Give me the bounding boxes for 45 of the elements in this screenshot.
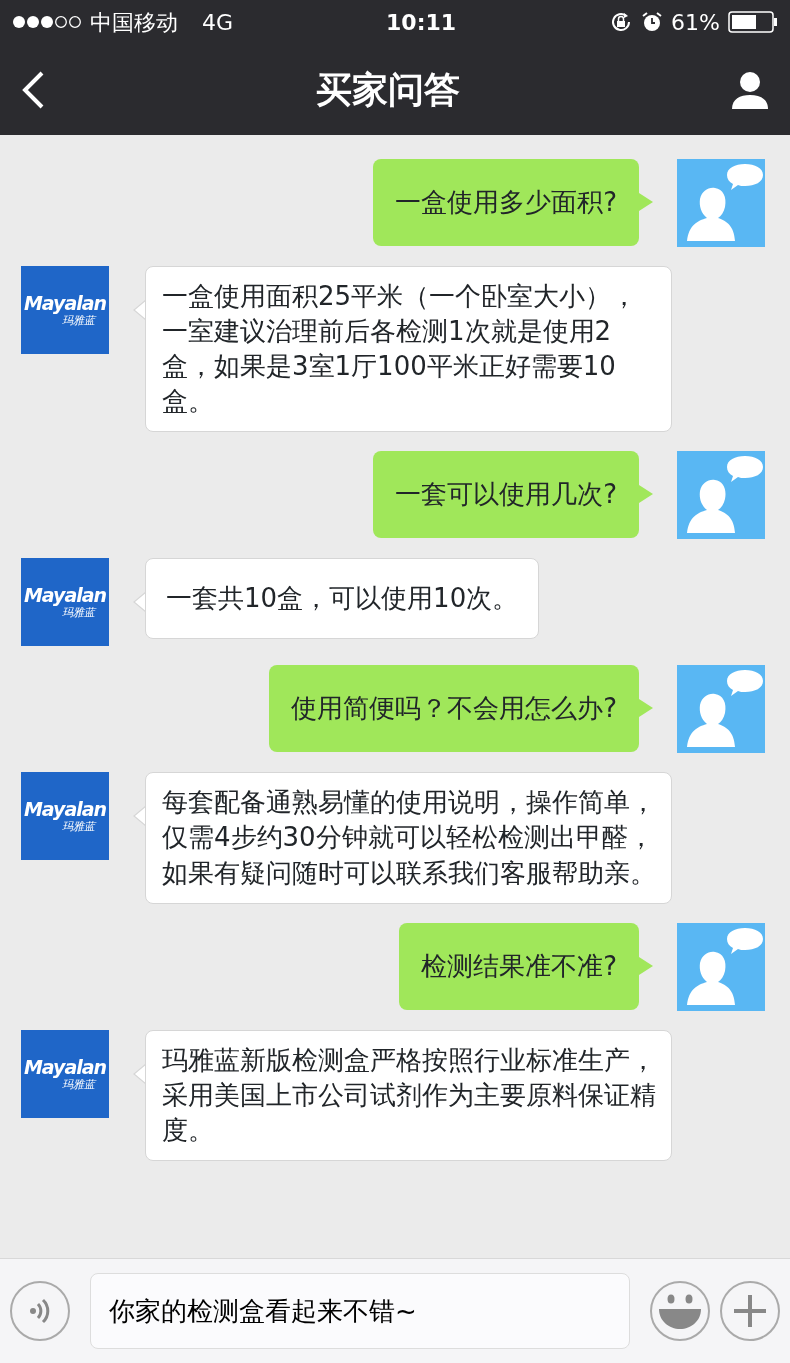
user-avatar-icon [677,922,765,1011]
bubble-tail [133,300,146,320]
logo-subtext: 玛雅蓝 [61,607,95,619]
question-bubble: 检测结果准不准? [399,922,639,1010]
profile-button[interactable] [730,70,770,109]
carrier-name: 中国移动 [90,8,178,37]
answer-bubble: 玛雅蓝新版检测盒严格按照行业标准生产，采用美国上市公司试剂作为主要原料保证精度。 [145,1029,672,1161]
emoji-button[interactable] [650,1281,710,1341]
battery-percent: 61% [671,8,720,37]
question-bubble: 使用简便吗？不会用怎么办? [269,665,639,753]
user-avatar-icon [677,159,765,247]
clock-time: 10:11 [386,8,457,37]
voice-icon [29,1298,51,1324]
network-type: 4G [202,8,234,37]
plus-icon [732,1293,768,1329]
voice-button[interactable] [10,1281,70,1341]
answer-bubble: 每套配备通熟易懂的使用说明，操作简单，仅需4步约30分钟就可以轻松检测出甲醛，如果有疑问随时可以联系我们客服帮助亲。 [145,772,672,904]
person-icon [730,70,770,109]
logo-subtext: 玛雅蓝 [61,1078,95,1090]
bubble-tail [639,956,653,975]
alarm-icon [641,11,664,33]
question-bubble: 一盒使用多少面积? [373,159,639,246]
logo-text: Mayalan [23,800,107,820]
bubble-tail [133,592,146,613]
back-button[interactable] [20,69,46,110]
question-bubble: 一套可以使用几次? [373,451,639,539]
answer-bubble: 一盒使用面积25平米（一个卧室大小），一室建议治理前后各检测1次就是使用2盒，如果是3室1厅100平米正好需要10盒。 [145,266,672,433]
logo-subtext: 玛雅蓝 [61,315,95,326]
bubble-tail [639,193,653,211]
page-title: 买家问答 [316,67,460,112]
back-icon [20,69,46,110]
logo-text: Mayalan [23,586,107,606]
logo-text: Mayalan [23,1057,107,1077]
user-avatar-icon [677,665,765,754]
message-input[interactable]: 你家的检测盒看起来不错~ [90,1273,630,1349]
answer-bubble: 一套共10盒，可以使用10次。 [145,558,540,640]
signal-icon [12,15,82,29]
add-button[interactable] [720,1281,780,1341]
user-avatar-icon [677,451,765,540]
bubble-tail [133,1063,146,1084]
logo-subtext: 玛雅蓝 [61,821,95,833]
battery-icon [728,11,778,33]
bubble-tail [639,485,653,504]
bubble-tail [639,699,653,718]
bubble-tail [133,806,146,827]
